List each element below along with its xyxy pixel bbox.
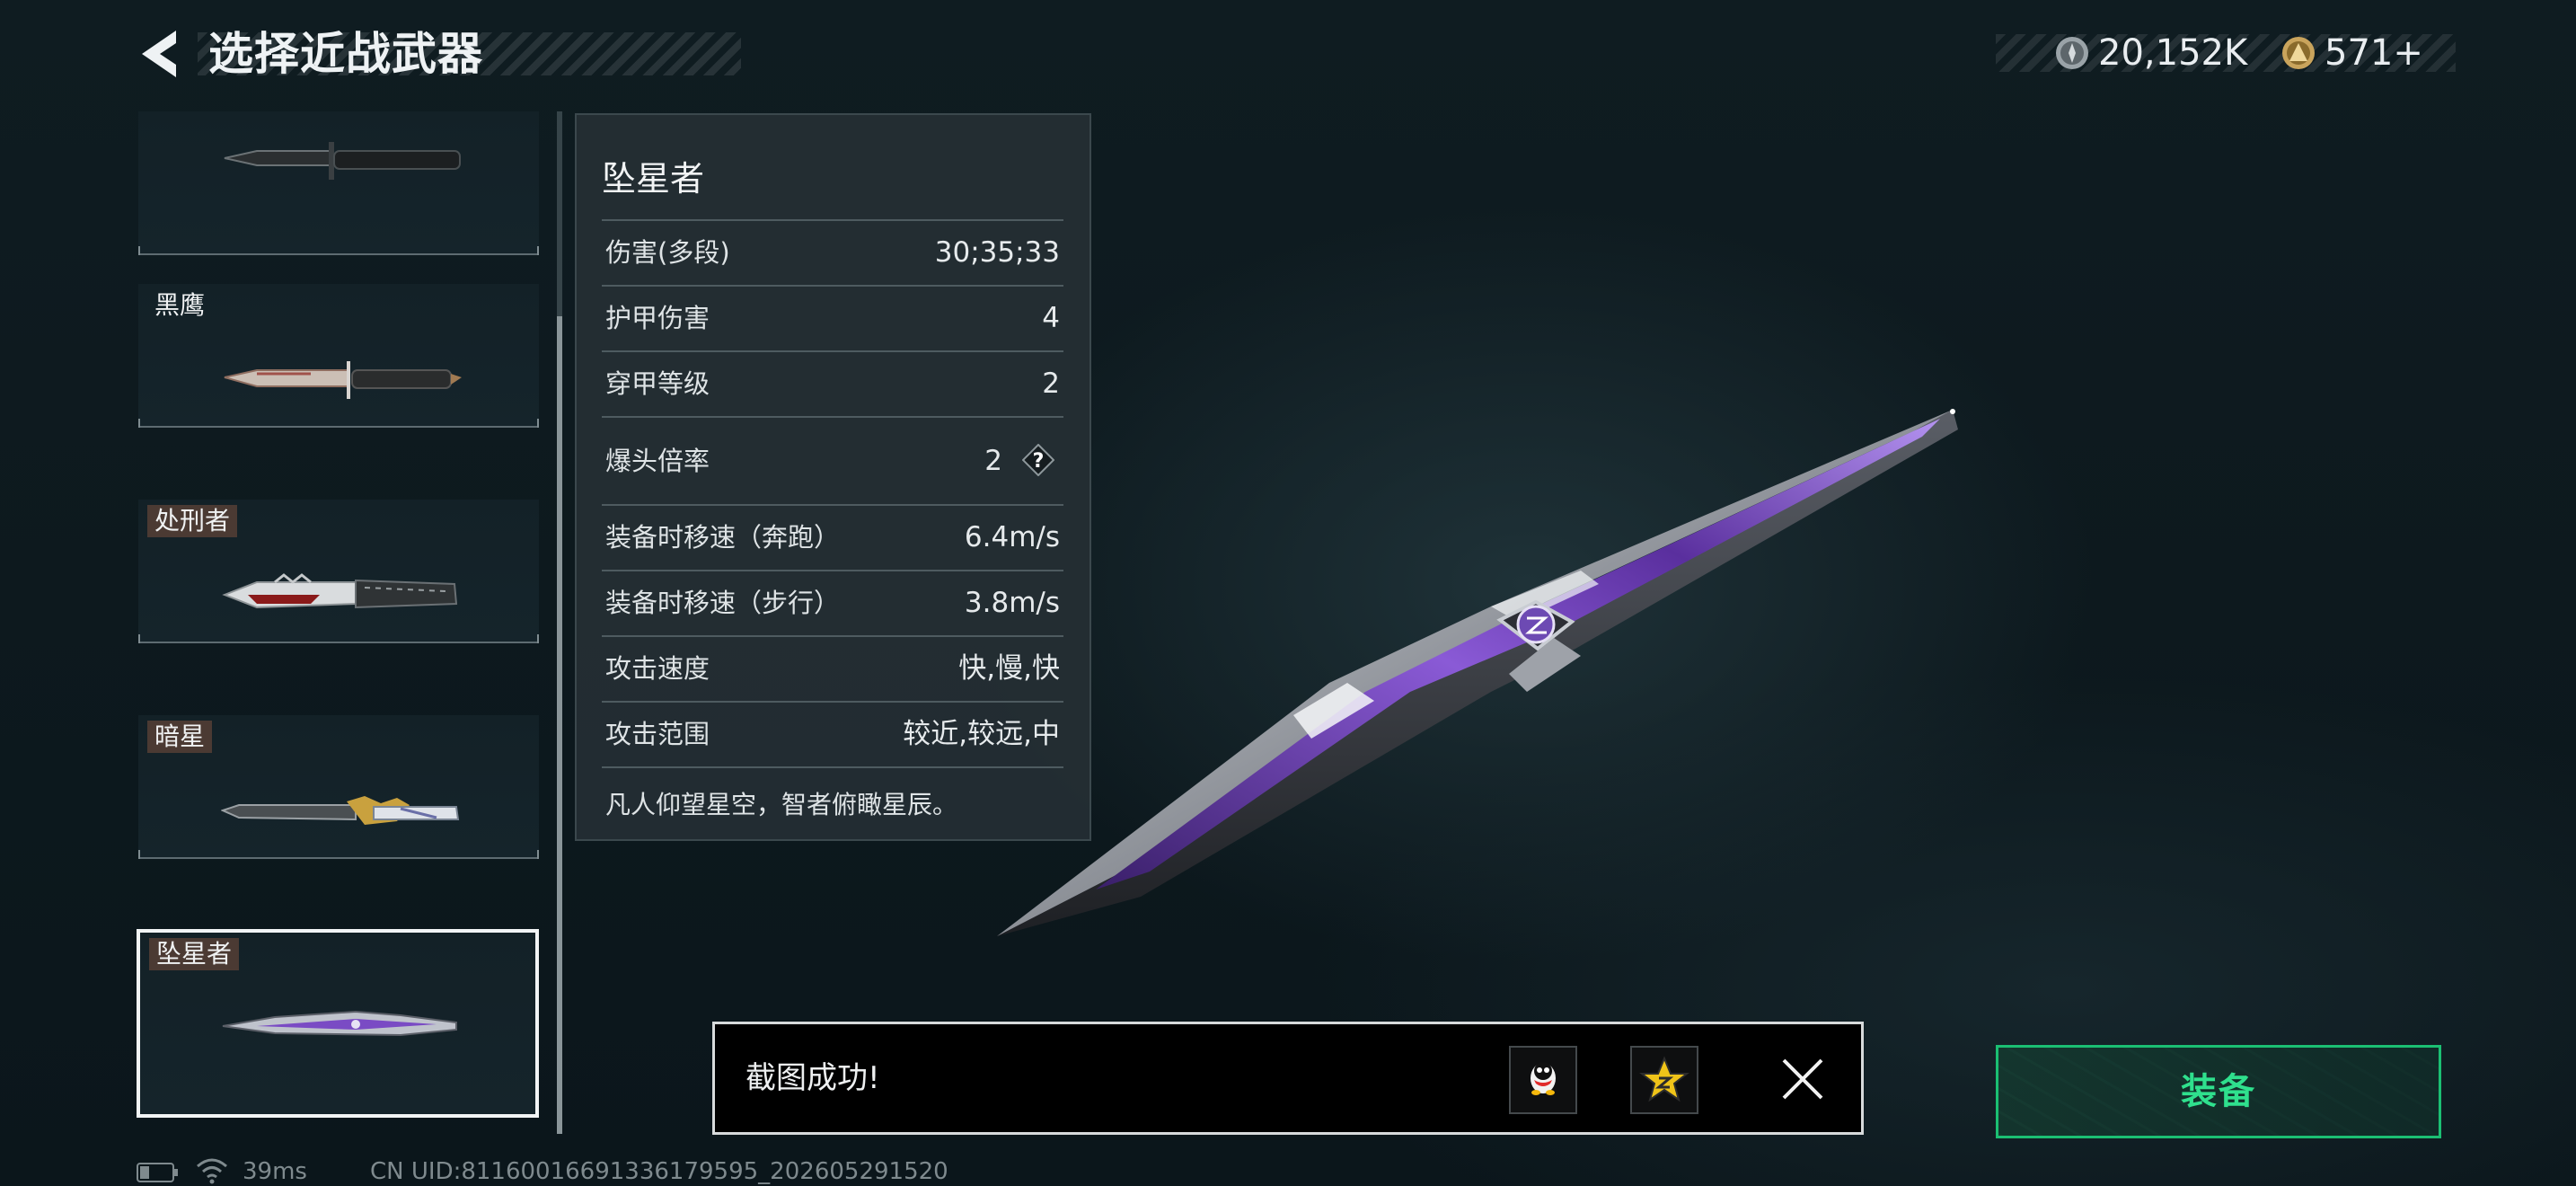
currency-silver-value: 20,152K [2098,32,2248,74]
list-scrollbar-thumb[interactable] [557,316,562,1134]
card-divider [138,419,539,428]
equip-label: 装备 [2181,1071,2256,1112]
page-title: 选择近战武器 [208,28,483,80]
stat-value: 4 [1042,302,1060,334]
back-arrow-icon [142,31,176,77]
battery-icon [137,1163,178,1182]
stat-label: 攻击速度 [605,653,710,684]
card-divider [138,634,539,643]
stat-label: 爆头倍率 [605,446,710,476]
gold-coin-icon [2282,37,2315,69]
toast-message: 截图成功! [745,1060,880,1096]
weapon-list: 黑鹰 处刑者 暗星 坠星者 [135,111,541,1123]
stat-row-armor-damage: 护甲伤害 4 [602,285,1063,350]
close-icon [1782,1058,1823,1100]
equip-button[interactable]: 装备 [1996,1045,2441,1138]
list-scrollbar[interactable] [557,111,562,1134]
qq-icon [1531,1062,1556,1095]
weapon-thumbnail [222,1010,457,1037]
weapon-card[interactable] [138,111,539,255]
weapon-name-title: 坠星者 [602,159,705,199]
share-favorite-button[interactable] [1630,1046,1698,1114]
weapon-thumbnail [224,142,461,180]
currency-gold: 571+ [2281,32,2423,74]
silver-coin-icon [2056,37,2088,69]
ping-value: 39ms [243,1158,307,1185]
weapon-thumbnail [221,796,460,825]
wifi-icon [197,1158,227,1184]
weapon-card-name: 暗星 [147,721,213,753]
stat-label: 攻击范围 [605,719,710,749]
card-divider [138,850,539,859]
weapon-card[interactable]: 暗星 [138,715,539,859]
weapon-card-name: 黑鹰 [154,290,206,320]
currency-silver: 20,152K [2055,32,2248,74]
close-toast-button[interactable] [1775,1051,1831,1107]
weapon-card-selected[interactable]: 坠星者 [137,929,539,1118]
weapon-card-name: 处刑者 [147,505,238,537]
star-icon [1639,1056,1689,1102]
stat-label: 装备时移速（奔跑） [605,522,841,553]
weapon-thumbnail [224,361,462,399]
share-qq-button[interactable] [1509,1046,1577,1114]
card-divider [138,246,539,255]
stat-label: 伤害(多段) [605,237,730,268]
weapon-card-name: 坠星者 [149,938,240,970]
stat-label: 穿甲等级 [605,368,710,399]
stat-label: 护甲伤害 [605,303,710,333]
screenshot-toast: 截图成功! [712,1022,1864,1135]
weapon-card[interactable]: 黑鹰 [138,284,539,428]
stat-label: 装备时移速（步行） [605,588,841,618]
back-button[interactable] [135,25,185,83]
currency-bar: 20,152K 571+ [1996,32,2456,74]
stat-row-damage: 伤害(多段) 30;35;33 [602,219,1063,284]
weapon-card[interactable]: 处刑者 [138,500,539,643]
stat-value: 30;35;33 [934,236,1060,269]
weapon-showcase [997,409,1958,936]
player-uid: CN UID:8116001669133617959​5_20260529152… [370,1158,948,1185]
weapon-description: 凡人仰望星空，智者俯瞰星辰。 [605,790,958,819]
currency-gold-value: 571+ [2325,32,2423,74]
weapon-thumbnail [222,573,458,609]
